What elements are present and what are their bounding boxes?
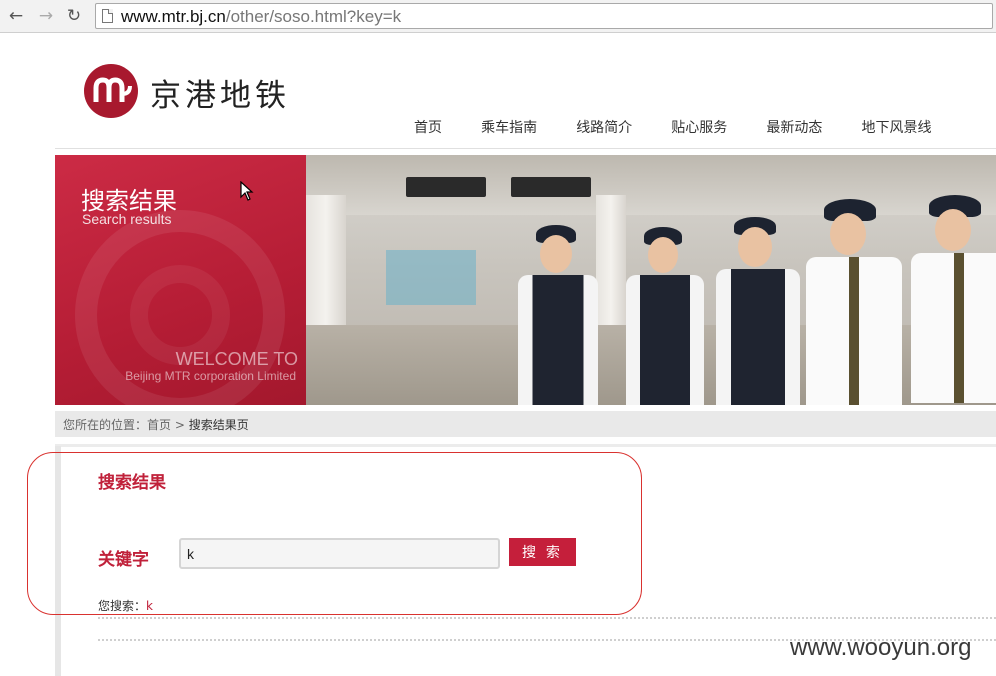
header-divider bbox=[55, 148, 996, 149]
banner-subtitle: Search results bbox=[82, 211, 172, 227]
watermark-text: www.wooyun.org bbox=[790, 634, 972, 661]
breadcrumb-home-link[interactable]: 首页 bbox=[147, 418, 171, 432]
url-text: www.mtr.bj.cn/other/soso.html?key=k bbox=[121, 7, 401, 27]
mouse-cursor-icon bbox=[240, 180, 254, 205]
nav-item-news[interactable]: 最新动态 bbox=[766, 118, 822, 138]
reload-icon[interactable]: ↻ bbox=[64, 6, 84, 26]
station-sign-icon bbox=[511, 177, 591, 197]
nav-item-travel-guide[interactable]: 乘车指南 bbox=[481, 118, 537, 138]
nav-item-lines[interactable]: 线路简介 bbox=[576, 118, 632, 138]
content-top-divider bbox=[55, 444, 996, 447]
nav-item-services[interactable]: 贴心服务 bbox=[671, 118, 727, 138]
breadcrumb-separator: > bbox=[171, 418, 189, 432]
nav-item-home[interactable]: 首页 bbox=[414, 118, 442, 138]
staff-photo bbox=[306, 155, 996, 405]
address-bar[interactable]: www.mtr.bj.cn/other/soso.html?key=k bbox=[95, 3, 993, 29]
url-host: www.mtr.bj.cn bbox=[121, 7, 226, 26]
main-nav: 首页 乘车指南 线路简介 贴心服务 最新动态 地下风景线 bbox=[414, 117, 965, 137]
page-banner: 搜索结果 Search results WELCOME TO Beijing M… bbox=[55, 155, 996, 405]
dotted-divider bbox=[98, 617, 996, 619]
back-arrow-icon[interactable]: ← bbox=[6, 6, 26, 26]
breadcrumb-current: 搜索结果页 bbox=[188, 418, 249, 432]
mtr-logo-icon[interactable] bbox=[84, 64, 138, 118]
breadcrumb: 您所在的位置：首页 > 搜索结果页 bbox=[55, 411, 996, 437]
page-icon bbox=[102, 9, 113, 23]
forward-arrow-icon[interactable]: → bbox=[36, 6, 56, 26]
banner-title-panel: 搜索结果 Search results WELCOME TO Beijing M… bbox=[55, 155, 306, 405]
station-screen bbox=[386, 250, 476, 305]
banner-welcome: WELCOME TO bbox=[175, 349, 298, 369]
breadcrumb-trail: 您所在的位置：首页 > 搜索结果页 bbox=[63, 416, 249, 433]
browser-toolbar: ← → ↻ www.mtr.bj.cn/other/soso.html?key=… bbox=[0, 0, 996, 33]
breadcrumb-prefix: 您所在的位置： bbox=[63, 418, 148, 432]
logo-text[interactable]: 京港地铁 bbox=[150, 70, 290, 115]
station-sign-icon bbox=[406, 177, 486, 197]
nav-item-scenery[interactable]: 地下风景线 bbox=[861, 118, 931, 138]
banner-corporation: Beijing MTR corporation Limited bbox=[125, 369, 296, 383]
url-path: /other/soso.html?key=k bbox=[225, 7, 402, 26]
highlight-annotation bbox=[27, 452, 642, 615]
